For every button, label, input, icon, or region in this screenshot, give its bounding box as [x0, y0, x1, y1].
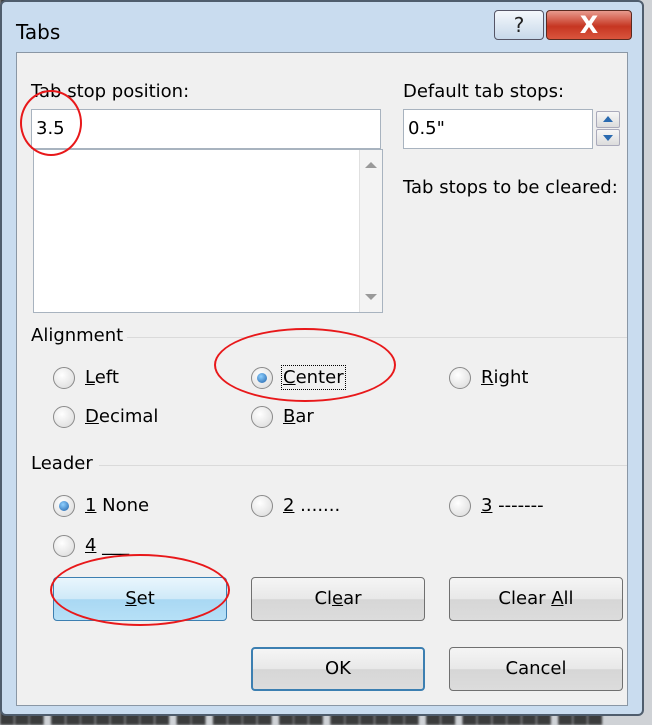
clear-button[interactable]: Clear [251, 577, 425, 621]
align-right-radio[interactable] [449, 367, 471, 389]
align-decimal-radio[interactable] [53, 406, 75, 428]
align-left-radio[interactable] [53, 367, 75, 389]
align-right-label[interactable]: Right [481, 367, 528, 388]
dialog-title: Tabs [16, 20, 61, 44]
tabs-dialog: Tabs ? X Tab stop position: 3.5 Default … [0, 0, 644, 716]
set-button[interactable]: Set [53, 577, 227, 621]
leader-none-radio[interactable] [53, 495, 75, 517]
leader-dots-label[interactable]: 2 ....... [283, 495, 340, 516]
align-bar-radio[interactable] [251, 406, 273, 428]
spin-up-arrow-icon [603, 116, 613, 122]
help-button[interactable]: ? [494, 10, 544, 40]
leader-divider [99, 465, 627, 466]
close-button[interactable]: X [546, 10, 632, 40]
scroll-down-arrow-icon[interactable] [365, 294, 377, 300]
dialog-body: Tab stop position: 3.5 Default tab stops… [16, 52, 628, 706]
default-tab-stops-spinner [593, 109, 623, 149]
leader-dots-radio[interactable] [251, 495, 273, 517]
tab-stop-list-scrollbar[interactable] [359, 150, 382, 312]
clear-all-button[interactable]: Clear All [449, 577, 623, 621]
leader-dashes-radio[interactable] [449, 495, 471, 517]
leader-underline-label[interactable]: 4 ___ [85, 535, 129, 556]
cancel-button[interactable]: Cancel [449, 647, 623, 691]
leader-dashes-label[interactable]: 3 ------- [481, 495, 544, 516]
tab-stops-to-be-cleared-label: Tab stops to be cleared: [403, 177, 618, 198]
default-tab-stops-input[interactable]: 0.5" [403, 109, 593, 149]
leader-none-label[interactable]: 1 None [85, 495, 149, 516]
alignment-group-label: Alignment [31, 325, 124, 346]
align-bar-label[interactable]: Bar [283, 406, 314, 427]
spin-up-button[interactable] [596, 111, 620, 128]
alignment-divider [127, 337, 627, 338]
tab-stop-list[interactable] [33, 149, 383, 313]
spin-down-button[interactable] [596, 129, 620, 146]
spin-down-arrow-icon [603, 135, 613, 141]
align-left-label[interactable]: Left [85, 367, 119, 388]
tab-stop-position-label: Tab stop position: [31, 81, 190, 102]
default-tab-stops-label: Default tab stops: [403, 81, 565, 102]
ok-button[interactable]: OK [251, 647, 425, 691]
title-bar: Tabs ? X [2, 2, 642, 50]
align-decimal-label[interactable]: Decimal [85, 406, 158, 427]
scroll-up-arrow-icon[interactable] [365, 162, 377, 168]
leader-underline-radio[interactable] [53, 535, 75, 557]
leader-group-label: Leader [31, 453, 93, 474]
align-center-radio[interactable] [251, 367, 273, 389]
tab-stop-position-input[interactable]: 3.5 [31, 109, 381, 149]
align-center-label[interactable]: Center [281, 365, 346, 390]
